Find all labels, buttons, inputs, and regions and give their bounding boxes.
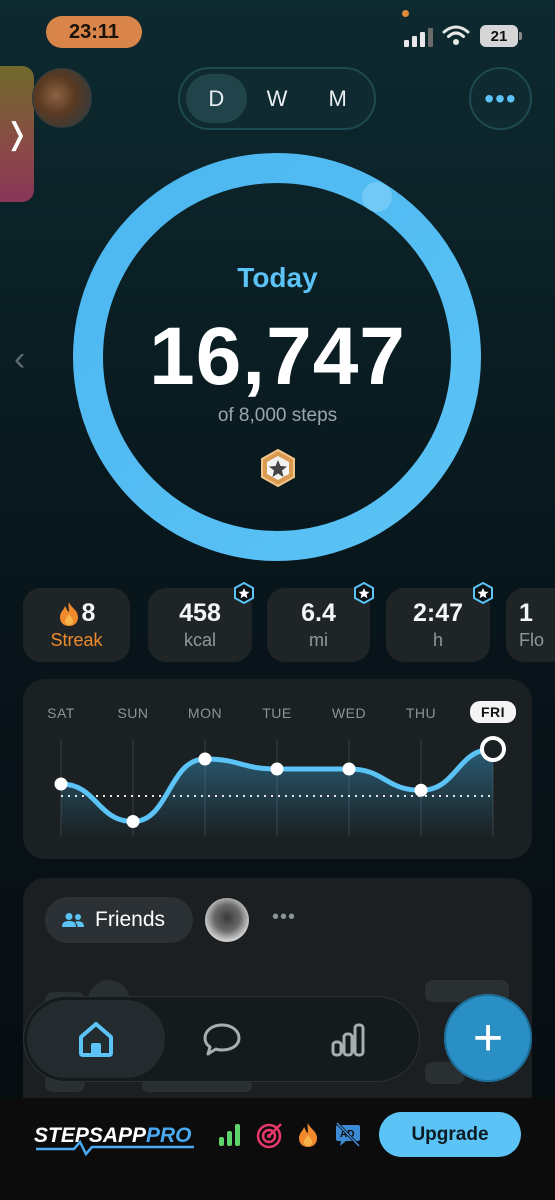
period-segmented-control: D W M: [178, 67, 376, 130]
plus-icon: +: [472, 1009, 504, 1067]
friends-label: Friends: [95, 908, 166, 931]
flame-feature-icon: [293, 1120, 323, 1150]
svg-text:PRO: PRO: [146, 1124, 192, 1147]
home-icon: [79, 1022, 113, 1057]
weekly-steps-chart: [54, 736, 506, 837]
floors-label: Flo: [519, 630, 545, 650]
step-count: 16,747: [149, 311, 406, 402]
nav-stats-button[interactable]: [318, 1012, 378, 1068]
kcal-label: kcal: [183, 630, 216, 650]
side-drawer-tab[interactable]: ❭: [0, 66, 34, 202]
stats-feature-icon: [215, 1120, 245, 1150]
status-time: 23:11: [68, 20, 120, 43]
flame-icon: [59, 601, 78, 626]
stat-chip-streak[interactable]: 8 Streak: [23, 588, 130, 662]
upgrade-button[interactable]: Upgrade: [379, 1112, 521, 1157]
streak-label: Streak: [50, 630, 103, 650]
stepsapp-pro-logo: STEPSAPP PRO: [34, 1124, 194, 1157]
duration-value: 2:47: [412, 599, 464, 627]
target-feature-icon: [255, 1120, 285, 1150]
user-avatar[interactable]: [32, 68, 92, 128]
distance-label: mi: [309, 630, 328, 650]
distance-value: 6.4: [301, 599, 336, 627]
chart-point[interactable]: [54, 777, 68, 791]
step-goal-text: of 8,000 steps: [217, 405, 338, 426]
bar-chart-icon: [331, 1023, 365, 1057]
chart-point-current[interactable]: [480, 736, 506, 762]
wifi-icon: [442, 25, 470, 45]
kcal-value: 458: [179, 599, 221, 627]
achievement-star-icon: [473, 582, 493, 604]
ring-end-cap: [362, 182, 392, 212]
chart-point[interactable]: [198, 752, 212, 766]
friends-more-icon[interactable]: •••: [272, 906, 296, 929]
nav-chat-button[interactable]: [190, 1012, 254, 1068]
ellipsis-icon: •••: [484, 82, 517, 114]
svg-text:STEPSAPP: STEPSAPP: [34, 1124, 147, 1147]
more-options-button[interactable]: •••: [469, 67, 532, 130]
streak-value: 8: [81, 599, 96, 627]
chevron-right-icon: ❭: [4, 117, 30, 151]
chart-point[interactable]: [270, 762, 284, 776]
chart-point[interactable]: [414, 783, 428, 797]
tab-week[interactable]: W: [247, 74, 308, 123]
chat-bubble-icon: [203, 1023, 241, 1056]
add-button[interactable]: +: [444, 994, 532, 1082]
status-time-pill: 23:11: [46, 16, 142, 48]
tab-month[interactable]: M: [307, 74, 368, 123]
goal-badge-icon[interactable]: [258, 448, 298, 488]
people-icon: [62, 913, 84, 927]
achievement-star-icon: [354, 582, 374, 604]
ring-title: Today: [237, 262, 318, 293]
nav-home-button[interactable]: [27, 1000, 165, 1078]
signal-icon: [404, 28, 433, 47]
tab-day[interactable]: D: [186, 74, 247, 123]
no-ads-feature-icon: AD: [333, 1120, 363, 1150]
chart-point[interactable]: [342, 762, 356, 776]
stat-chip-floors[interactable]: 1 Flo: [506, 588, 555, 662]
achievement-star-icon: [234, 582, 254, 604]
chart-point[interactable]: [126, 815, 140, 828]
duration-label: h: [432, 630, 443, 650]
floors-value: 1: [519, 599, 533, 627]
battery-tip: [519, 32, 522, 40]
battery-indicator: 21: [480, 25, 518, 47]
friends-button[interactable]: Friends: [45, 897, 193, 943]
battery-level: 21: [490, 27, 508, 45]
recording-indicator: [402, 10, 409, 17]
friend-avatar[interactable]: [205, 898, 249, 942]
